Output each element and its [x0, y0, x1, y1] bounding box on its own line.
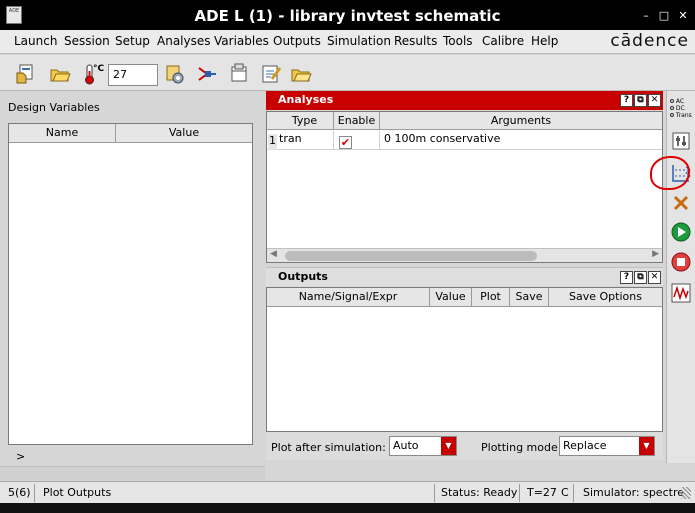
analysis-type-trans: Trans	[670, 112, 692, 119]
dropdown-arrow-icon[interactable]: ▼	[639, 437, 654, 455]
menu-outputs[interactable]: Outputs	[273, 34, 321, 48]
setup-gear-icon[interactable]	[164, 63, 186, 85]
open-folder-icon[interactable]	[49, 63, 71, 85]
table-row[interactable]: 1 tran 0 100m conservative	[267, 131, 662, 150]
column-name[interactable]: Name	[9, 126, 115, 139]
plot-after-simulation-select[interactable]: Auto ▼	[389, 436, 457, 456]
edit-variables-icon[interactable]	[670, 130, 692, 152]
analysis-type-dc: DC	[670, 105, 692, 112]
design-variables-header: Name Value	[9, 124, 252, 143]
red-circle-annotation	[650, 156, 690, 190]
outputs-help-button[interactable]: ?	[620, 271, 633, 284]
dropdown-arrow-icon[interactable]: ▼	[441, 437, 456, 455]
menu-session[interactable]: Session	[64, 34, 110, 48]
status-temperature: T=27	[527, 486, 557, 499]
menu-simulation[interactable]: Simulation	[327, 34, 391, 48]
analyses-title: Analyses	[278, 93, 334, 106]
row-index: 1	[268, 134, 277, 150]
analyses-pane-title: Analyses ? ⧉ ✕	[266, 91, 663, 110]
edit-form-icon[interactable]	[260, 63, 282, 85]
right-toolbar: AC DC Trans	[666, 91, 695, 463]
toolbar: °C	[0, 55, 695, 91]
analyses-float-button[interactable]: ⧉	[634, 94, 647, 107]
maximize-button[interactable]: □	[658, 10, 670, 22]
status-state: Status: Ready	[441, 486, 518, 499]
menu-variables[interactable]: Variables	[214, 34, 269, 48]
menu-results[interactable]: Results	[394, 34, 437, 48]
menu-analyses[interactable]: Analyses	[157, 34, 211, 48]
probe-wire-icon[interactable]	[196, 63, 218, 85]
status-bar: 5(6) Plot Outputs Status: Ready T=27 C S…	[0, 481, 695, 503]
close-button[interactable]: ✕	[677, 10, 689, 22]
netlist-icon[interactable]	[228, 63, 250, 85]
temp-unit-label: °C	[93, 64, 105, 74]
menu-bar: Launch Session Setup Analyses Variables …	[0, 30, 695, 54]
plotting-mode-value: Replace	[563, 439, 607, 452]
status-temperature-unit: C	[561, 486, 569, 499]
open-results-icon[interactable]	[290, 63, 312, 85]
bottom-strip	[0, 503, 695, 513]
analyses-horizontal-scrollbar[interactable]: ◀ ▶	[267, 248, 662, 262]
outputs-float-button[interactable]: ⧉	[634, 271, 647, 284]
plotting-mode-label: Plotting mode:	[481, 441, 562, 454]
plot-after-simulation-value: Auto	[393, 439, 419, 452]
cadence-logo: cādence	[610, 31, 689, 51]
column-output-value[interactable]: Value	[430, 290, 471, 303]
column-save[interactable]: Save	[510, 290, 548, 303]
menu-tools[interactable]: Tools	[443, 34, 473, 48]
resize-grip-icon[interactable]	[681, 487, 691, 499]
analyses-help-button[interactable]: ?	[620, 94, 633, 107]
column-plot[interactable]: Plot	[472, 290, 509, 303]
column-arguments[interactable]: Arguments	[380, 114, 662, 127]
enable-checkbox[interactable]: ✔	[339, 136, 352, 149]
outputs-table[interactable]: Name/Signal/Expr Value Plot Save Save Op…	[266, 287, 663, 432]
minimize-button[interactable]: –	[640, 10, 652, 22]
status-simulator: Simulator: spectre	[583, 486, 684, 499]
column-save-options[interactable]: Save Options	[549, 290, 662, 303]
plot-options-bar: Plot after simulation: Auto ▼ Plotting m…	[266, 432, 663, 460]
column-type[interactable]: Type	[277, 114, 332, 127]
analyses-table[interactable]: Type Enable Arguments 1 tran 0 100m cons…	[266, 111, 663, 263]
choose-analyses-icon[interactable]: AC DC Trans	[670, 98, 692, 130]
stop-simulation-icon[interactable]	[670, 251, 692, 273]
run-simulation-icon[interactable]	[670, 221, 692, 243]
load-state-icon[interactable]	[14, 63, 36, 85]
temperature-input[interactable]: 27	[108, 64, 158, 86]
menu-help[interactable]: Help	[531, 34, 558, 48]
expand-caret[interactable]: >	[16, 450, 25, 463]
left-pane-scrollbar[interactable]	[0, 466, 265, 480]
status-count: 5(6)	[8, 486, 31, 499]
analyses-close-button[interactable]: ✕	[648, 94, 661, 107]
outputs-pane-title: Outputs ? ⧉ ✕	[266, 267, 663, 286]
design-variables-table[interactable]: Name Value	[8, 123, 253, 445]
menu-calibre[interactable]: Calibre	[482, 34, 524, 48]
outputs-header: Name/Signal/Expr Value Plot Save Save Op…	[267, 288, 662, 307]
plot-outputs-icon[interactable]	[670, 282, 692, 304]
scroll-thumb[interactable]	[285, 251, 537, 261]
analysis-type-cell[interactable]: tran	[279, 132, 302, 145]
plot-after-simulation-label: Plot after simulation:	[271, 441, 386, 454]
column-name-signal-expr[interactable]: Name/Signal/Expr	[267, 290, 429, 303]
design-variables-label: Design Variables	[8, 101, 100, 114]
column-enable[interactable]: Enable	[334, 114, 379, 127]
title-bar: ADE ADE L (1) - library invtest schemati…	[0, 0, 695, 30]
delete-icon[interactable]	[670, 192, 692, 214]
menu-setup[interactable]: Setup	[115, 34, 150, 48]
scroll-left-icon[interactable]: ◀	[270, 249, 277, 259]
outputs-title: Outputs	[278, 270, 328, 283]
analysis-arguments-cell[interactable]: 0 100m conservative	[384, 132, 500, 145]
analysis-type-ac: AC	[670, 98, 692, 105]
column-value[interactable]: Value	[116, 126, 252, 139]
analyses-header: Type Enable Arguments	[267, 112, 662, 130]
plotting-mode-select[interactable]: Replace ▼	[559, 436, 655, 456]
menu-launch[interactable]: Launch	[14, 34, 57, 48]
window-title: ADE L (1) - library invtest schematic	[194, 7, 501, 25]
outputs-close-button[interactable]: ✕	[648, 271, 661, 284]
status-message: Plot Outputs	[43, 486, 112, 499]
scroll-right-icon[interactable]: ▶	[652, 249, 659, 259]
